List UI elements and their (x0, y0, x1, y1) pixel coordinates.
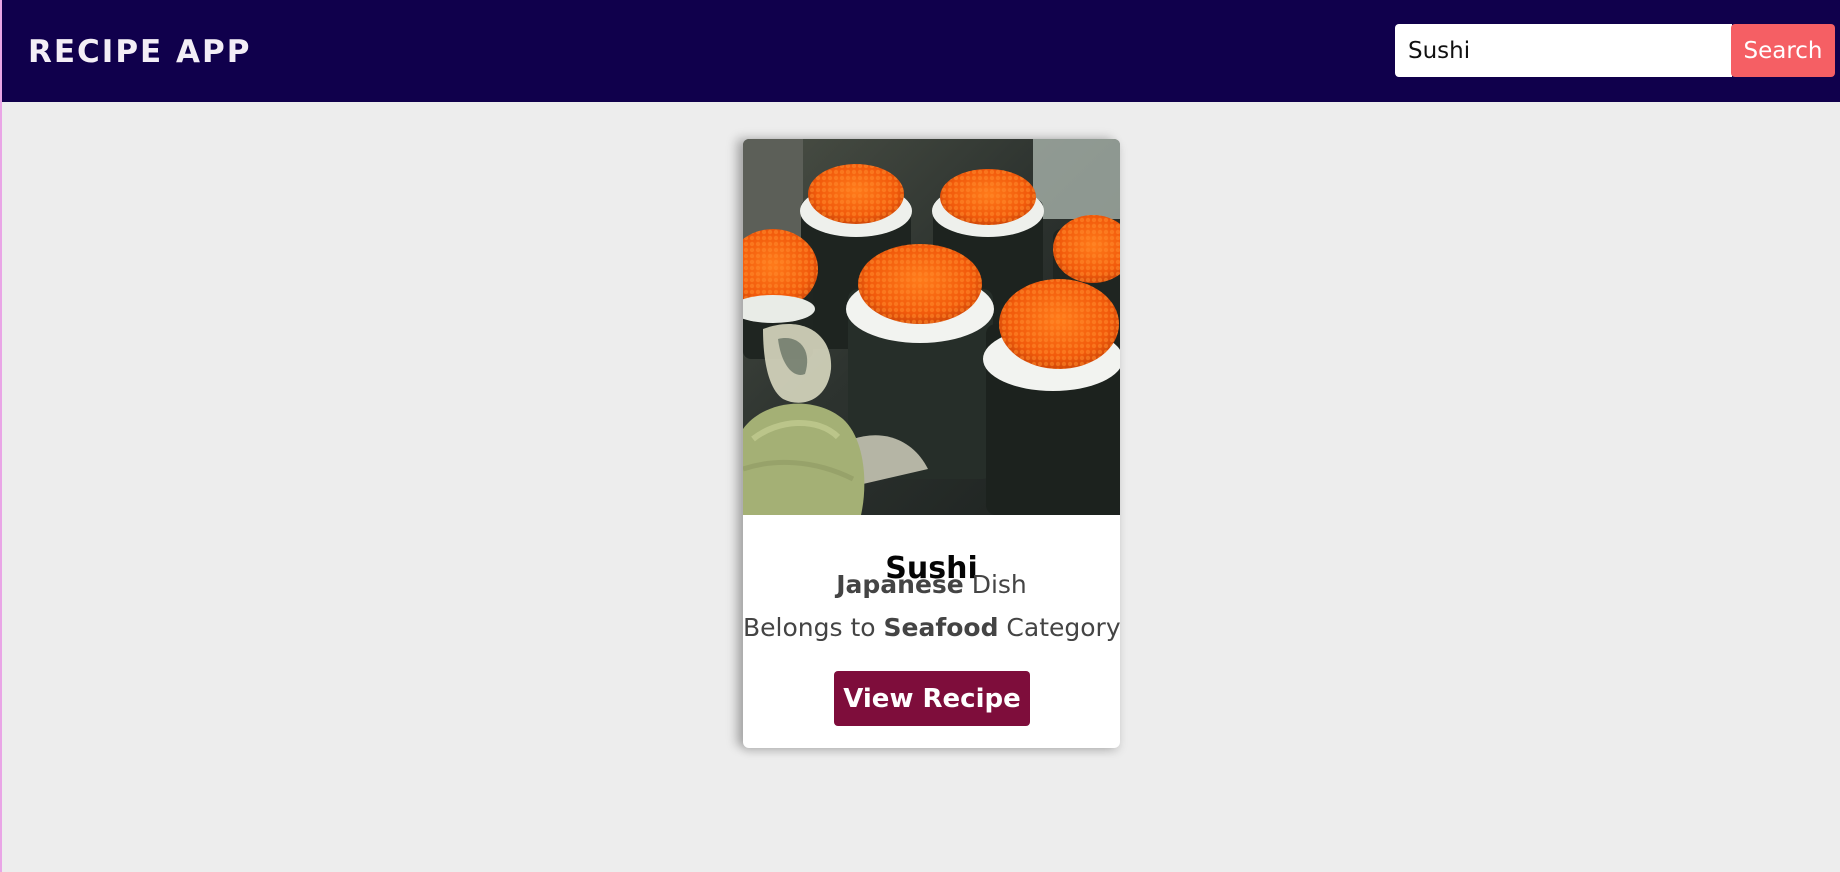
recipe-card: Sushi Japanese Dish Belongs to Seafood C… (743, 139, 1120, 748)
top-nav-bar: RECIPE APP Search (2, 0, 1840, 102)
recipe-area-suffix: Dish (963, 570, 1027, 599)
recipe-category: Seafood (883, 613, 999, 642)
app-title: RECIPE APP (28, 34, 252, 70)
recipe-area-line: Japanese Dish (743, 568, 1120, 602)
search-input[interactable] (1395, 24, 1732, 77)
recipe-area: Japanese (836, 570, 964, 599)
search-button[interactable]: Search (1731, 24, 1835, 77)
recipe-category-suffix: Category (998, 613, 1120, 642)
view-recipe-button[interactable]: View Recipe (834, 671, 1030, 726)
recipe-category-prefix: Belongs to (743, 613, 884, 642)
page: RECIPE APP Search (0, 0, 1840, 872)
recipe-category-line: Belongs to Seafood Category (743, 611, 1120, 645)
recipe-image (743, 139, 1120, 515)
